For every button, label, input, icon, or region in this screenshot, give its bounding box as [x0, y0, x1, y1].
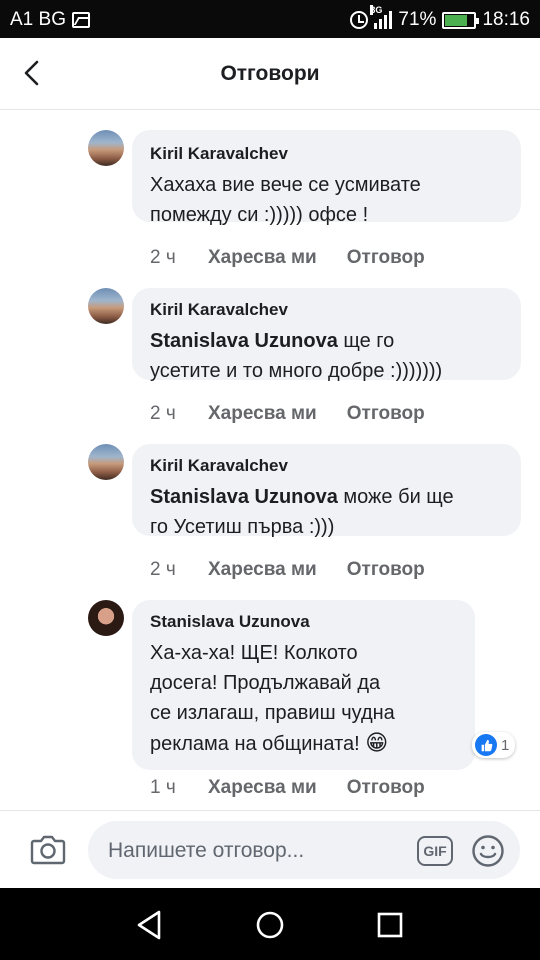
- comment-actions: 2 ч Харесва ми Отговор: [150, 403, 425, 425]
- mention-link[interactable]: Stanislava Uzunova: [150, 330, 338, 352]
- home-circle-icon[interactable]: [253, 908, 287, 942]
- like-button[interactable]: Харесва ми: [208, 559, 317, 581]
- image-notification-icon: [71, 12, 90, 28]
- gif-label: GIF: [423, 843, 447, 859]
- reply-input[interactable]: Напишете отговор... GIF: [88, 821, 520, 879]
- avatar[interactable]: [88, 444, 124, 480]
- comment-author[interactable]: Kiril Karavalchev: [150, 456, 503, 476]
- comment-time: 2 ч: [150, 247, 176, 268]
- recents-square-icon[interactable]: [373, 908, 407, 942]
- mention-link[interactable]: Stanislava Uzunova: [150, 486, 338, 508]
- reply-button[interactable]: Отговор: [347, 777, 425, 799]
- emoji-smile-icon[interactable]: [471, 834, 505, 868]
- system-navigation-bar: [0, 888, 540, 960]
- carrier-label: A1 BG: [10, 9, 66, 30]
- network-type: 3G: [370, 5, 383, 15]
- comment-actions: 2 ч Харесва ми Отговор: [150, 247, 425, 269]
- avatar[interactable]: [88, 600, 124, 636]
- comment-text: Ха-ха-ха! ЩЕ! Колкото досега! Продължава…: [150, 638, 457, 759]
- grinning-emoji: 😁: [365, 730, 389, 755]
- avatar[interactable]: [88, 288, 124, 324]
- reply-input-placeholder: Напишете отговор...: [108, 839, 305, 862]
- reply-composer: Напишете отговор... GIF: [0, 810, 540, 888]
- comment-time: 1 ч: [150, 777, 176, 798]
- comment-text: Stanislava Uzunova ще го усетите и то мн…: [150, 326, 503, 386]
- battery-icon: [442, 11, 480, 29]
- comment-actions: 2 ч Харесва ми Отговор: [150, 559, 425, 581]
- signal-icon: 3G: [370, 5, 393, 29]
- comment-body: Хахаха вие вече се усмивате помежду си :…: [150, 174, 421, 226]
- comment-text: Stanislava Uzunova може би ще го Усетиш …: [150, 482, 503, 542]
- comment-bubble[interactable]: Kiril Karavalchev Stanislava Uzunova мож…: [132, 444, 521, 538]
- header-bar: Отговори: [0, 38, 540, 110]
- comment-author[interactable]: Kiril Karavalchev: [150, 144, 503, 164]
- status-bar: A1 BG 3G 71% 18:16: [0, 0, 540, 38]
- comment-bubble[interactable]: Kiril Karavalchev Хахаха вие вече се усм…: [132, 130, 521, 226]
- reply-button[interactable]: Отговор: [347, 403, 425, 425]
- comment-author[interactable]: Stanislava Uzunova: [150, 612, 457, 632]
- comment-body: Ха-ха-ха! ЩЕ! Колкото досега! Продължава…: [150, 642, 395, 755]
- battery-percent: 71%: [398, 9, 437, 30]
- back-triangle-icon[interactable]: [133, 908, 167, 942]
- like-reaction-icon: [475, 734, 497, 756]
- comment-author[interactable]: Kiril Karavalchev: [150, 300, 503, 320]
- comment-time: 2 ч: [150, 403, 176, 424]
- like-button[interactable]: Харесва ми: [208, 777, 317, 799]
- page-title: Отговори: [220, 62, 320, 85]
- alarm-icon: [350, 11, 369, 29]
- clock: 18:16: [482, 9, 530, 30]
- comment-bubble[interactable]: Kiril Karavalchev Stanislava Uzunova ще …: [132, 288, 521, 382]
- reaction-summary[interactable]: 1: [472, 732, 516, 758]
- reply-button[interactable]: Отговор: [347, 247, 425, 269]
- comment-time: 2 ч: [150, 559, 176, 580]
- avatar[interactable]: [88, 130, 124, 166]
- like-button[interactable]: Харесва ми: [208, 403, 317, 425]
- like-button[interactable]: Харесва ми: [208, 247, 317, 269]
- reaction-count: 1: [501, 736, 510, 754]
- comment-thread: Kiril Karavalchev Хахаха вие вече се усм…: [0, 110, 540, 810]
- camera-icon[interactable]: [30, 833, 66, 865]
- comment-actions: 1 ч Харесва ми Отговор: [150, 777, 425, 799]
- gif-icon[interactable]: GIF: [417, 836, 453, 866]
- comment-bubble[interactable]: Stanislava Uzunova Ха-ха-ха! ЩЕ! Колкото…: [132, 600, 475, 770]
- comment-text: Хахаха вие вече се усмивате помежду си :…: [150, 170, 503, 230]
- reply-button[interactable]: Отговор: [347, 559, 425, 581]
